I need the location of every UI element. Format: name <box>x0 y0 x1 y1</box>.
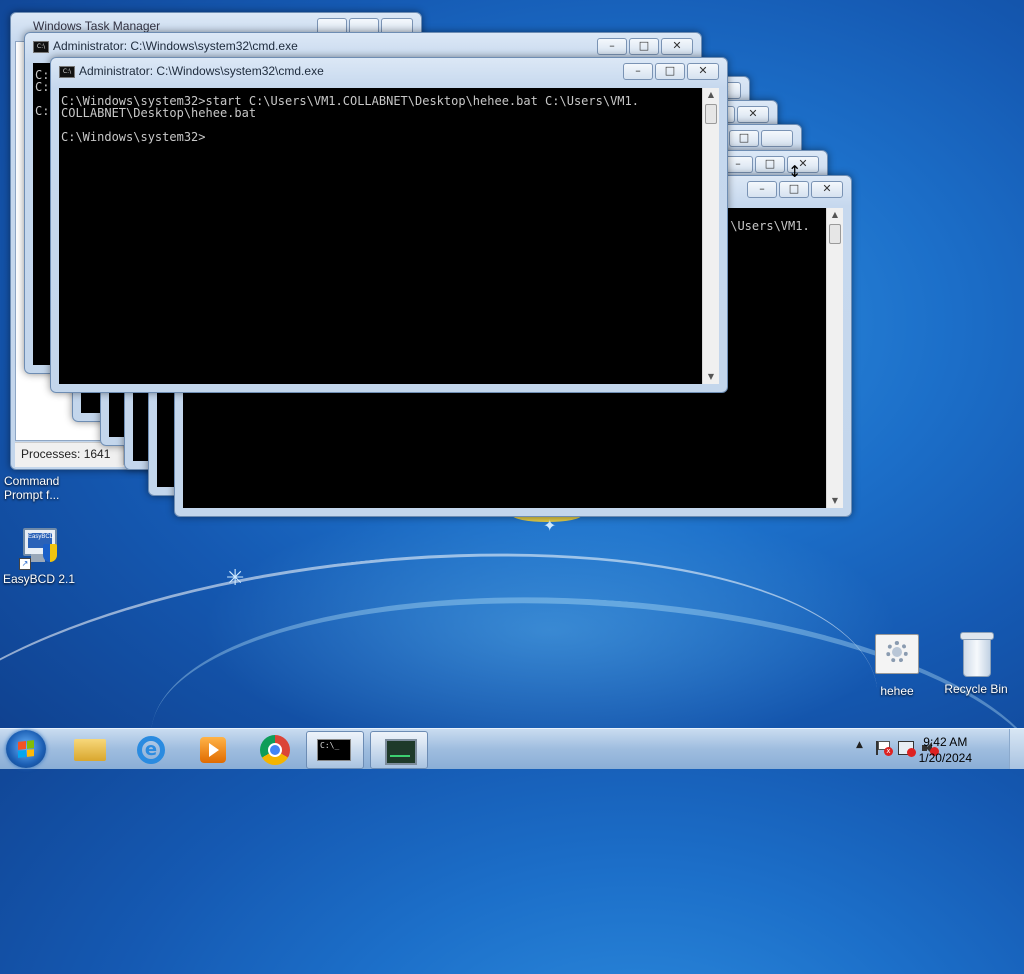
desktop-icon-easybcd[interactable]: EasyBCD ↗ EasyBCD 2.1 <box>2 526 76 586</box>
window-title: Windows Task Manager <box>33 19 161 33</box>
batch-file-icon <box>875 634 919 674</box>
desktop-icon-label: Recycle Bin <box>944 682 1008 696</box>
vertical-scrollbar[interactable]: ▲ ▼ <box>702 88 719 384</box>
cmd-icon: C:\_ <box>317 739 351 761</box>
taskbar-task-manager[interactable] <box>370 731 428 769</box>
window-controls: – □ ✕ <box>747 181 843 199</box>
desktop-icon-recycle-bin[interactable]: Recycle Bin <box>940 632 1012 696</box>
scroll-down-icon[interactable]: ▼ <box>827 494 843 508</box>
cmd-window-icon: C:\ <box>33 41 49 53</box>
scroll-thumb[interactable] <box>829 224 841 244</box>
close-button[interactable]: ✕ <box>811 181 843 198</box>
console-output[interactable]: C:\Windows\system32>start C:\Users\VM1.C… <box>59 88 703 384</box>
close-button[interactable]: ✕ <box>661 38 693 55</box>
clock-date: 1/20/2024 <box>918 751 972 765</box>
network-icon[interactable] <box>898 741 916 757</box>
windows-flag-icon <box>18 740 34 758</box>
window-controls: – □ ✕ <box>597 38 693 56</box>
show-desktop-button[interactable] <box>1009 729 1024 769</box>
console-prompt: C:\Windows\system32> <box>61 130 206 144</box>
minimize-button[interactable]: – <box>597 38 627 55</box>
window-title: Administrator: C:\Windows\system32\cmd.e… <box>79 64 324 78</box>
console-line: COLLABNET\Desktop\hehee.bat <box>61 106 257 120</box>
task-manager-icon <box>385 739 417 765</box>
maximize-button[interactable]: □ <box>729 130 759 147</box>
maximize-button[interactable]: □ <box>655 63 685 80</box>
minimize-button[interactable]: – <box>623 63 653 80</box>
console-line: C: <box>35 80 50 94</box>
taskbar-file-explorer[interactable] <box>62 731 118 767</box>
window-title: Administrator: C:\Windows\system32\cmd.e… <box>53 39 298 53</box>
maximize-button[interactable]: □ <box>779 181 809 198</box>
cmd-window-icon: C:\ <box>59 66 75 78</box>
close-button[interactable] <box>761 130 793 147</box>
taskbar-media-player[interactable] <box>186 731 242 767</box>
sparkle-icon: ✦ <box>543 516 557 535</box>
file-explorer-icon <box>74 739 106 761</box>
start-orb-icon[interactable] <box>6 730 46 768</box>
desktop-icon-hehee[interactable]: hehee <box>866 634 928 698</box>
clock-time: 9:42 AM <box>923 735 968 749</box>
desktop-icon-label: hehee <box>880 684 914 698</box>
taskbar-chrome[interactable] <box>248 731 304 767</box>
close-button[interactable]: ✕ <box>687 63 719 80</box>
desktop-icon-label: EasyBCD 2.1 <box>2 572 76 586</box>
scroll-down-icon[interactable]: ▼ <box>703 370 719 384</box>
taskbar-cmd[interactable]: C:\_ <box>306 731 364 769</box>
vertical-scrollbar[interactable]: ▲ ▼ <box>826 208 843 508</box>
window-controls: – □ ✕ <box>723 156 819 174</box>
clock[interactable]: 9:42 AM 1/20/2024 <box>919 734 972 766</box>
resize-cursor-icon: ↕ <box>788 162 802 181</box>
scroll-up-icon[interactable]: ▲ <box>827 208 843 222</box>
maximize-button[interactable]: □ <box>755 156 785 173</box>
notification-area: ▲ x 9:42 AM 1/20/2024 <box>834 729 1024 769</box>
close-button[interactable]: ✕ <box>737 106 769 123</box>
window-controls: – □ ✕ <box>623 63 719 81</box>
cmd-window-front[interactable]: C:\ Administrator: C:\Windows\system32\c… <box>50 57 728 393</box>
easybcd-icon: EasyBCD ↗ <box>17 526 61 572</box>
media-player-icon <box>200 737 226 763</box>
scroll-up-icon[interactable]: ▲ <box>703 88 719 102</box>
sparkle-icon: ✳ <box>226 566 245 591</box>
internet-explorer-icon: e <box>137 736 165 764</box>
console-line: :\Users\VM1. <box>723 219 810 233</box>
desktop-icon-label: Command <box>4 474 60 488</box>
chrome-icon <box>260 735 290 765</box>
taskbar: e C:\_ ▲ x 9:42 AM 1/20/2024 <box>0 728 1024 769</box>
taskbar-internet-explorer[interactable]: e <box>124 731 180 767</box>
recycle-bin-icon <box>959 632 994 677</box>
minimize-button[interactable]: – <box>747 181 777 198</box>
processes-count: Processes: 1641 <box>21 447 111 461</box>
desktop-icon-label: Prompt f... <box>4 488 60 502</box>
action-center-flag-icon[interactable]: x <box>876 741 893 756</box>
show-hidden-icons-button[interactable]: ▲ <box>856 740 863 750</box>
scroll-thumb[interactable] <box>705 104 717 124</box>
console-line: C: <box>35 104 50 118</box>
maximize-button[interactable]: □ <box>629 38 659 55</box>
desktop-icon-command-prompt[interactable]: Command Prompt f... <box>4 474 74 502</box>
